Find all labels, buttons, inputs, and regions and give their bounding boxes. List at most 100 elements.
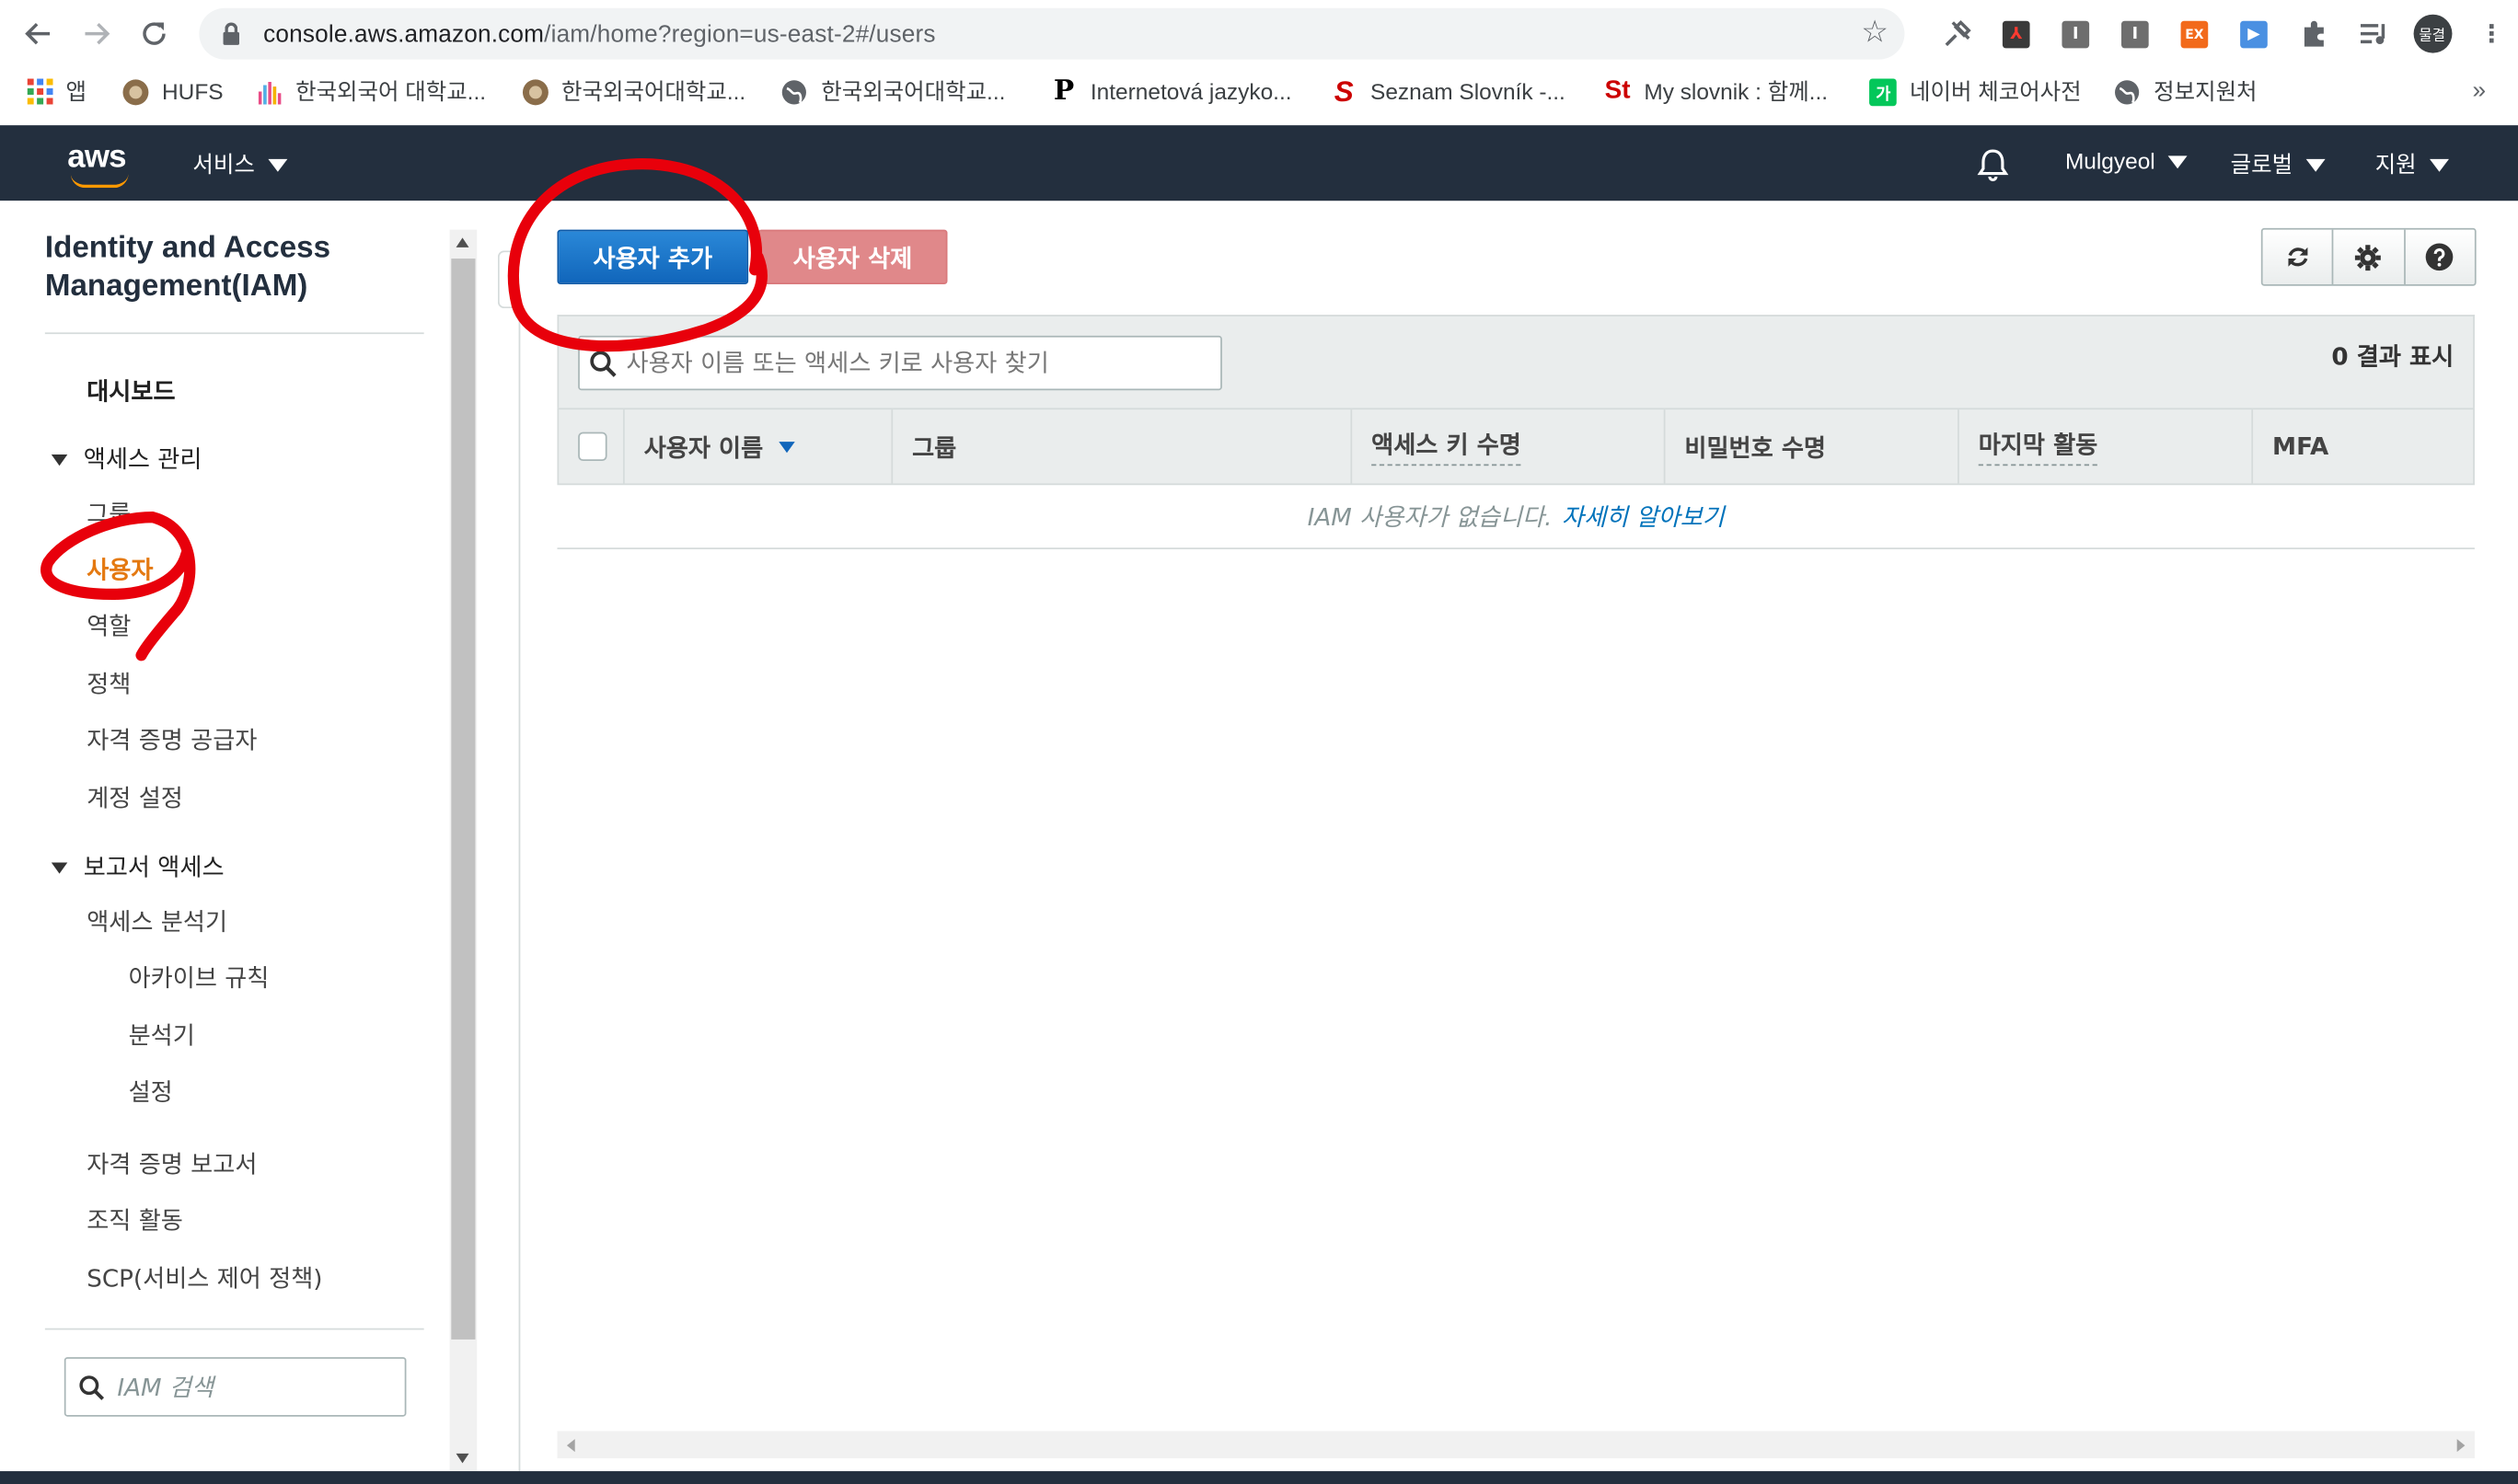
sidebar-item-scp[interactable]: SCP(서비스 제어 정책) [87, 1260, 322, 1294]
bookmark-label: 한국외국어대학교... [561, 78, 746, 105]
column-header-username[interactable]: 사용자 이름 [625, 409, 894, 484]
hand-icon [255, 78, 283, 106]
bookmark-label: My slovnik : 함께... [1644, 78, 1829, 105]
caret-down-icon [2167, 155, 2188, 169]
scroll-up-icon[interactable] [456, 237, 469, 247]
bookmarks-bar: 앱 HUFS 한국외국어 대학교... 한국외국어대학교... 한국외국어대학교… [0, 67, 2518, 115]
delete-user-button[interactable]: 사용자 삭제 [757, 229, 948, 284]
media-control-icon[interactable] [2343, 13, 2403, 54]
scroll-down-icon[interactable] [456, 1453, 469, 1464]
bookmark-seznam[interactable]: S Seznam Slovník -... [1317, 69, 1577, 114]
bookmark-hufs-univ-3[interactable]: 한국외국어대학교... [768, 69, 1019, 114]
puzzle-extensions-icon[interactable] [2283, 13, 2343, 54]
sidebar-collapse-handle[interactable] [497, 250, 521, 309]
sidebar-item-roles[interactable]: 역할 [87, 609, 131, 643]
add-user-button[interactable]: 사용자 추가 [557, 229, 749, 284]
select-all-cell [559, 409, 625, 484]
caret-down-icon [2429, 159, 2449, 173]
arrow-left-icon [25, 22, 51, 45]
more-bookmarks-icon[interactable]: » [2473, 77, 2487, 105]
sidebar-item-account-settings[interactable]: 계정 설정 [87, 780, 183, 814]
refresh-button[interactable] [2263, 229, 2334, 284]
sidebar-section-access-management[interactable]: 액세스 관리 [51, 442, 202, 476]
bookmark-label: 네이버 체코어사전 [1910, 78, 2082, 105]
apps-grid-icon [26, 78, 53, 106]
triangle-down-icon [51, 862, 68, 874]
table-actions [2260, 227, 2477, 286]
caret-down-icon [2305, 159, 2325, 173]
extension-tool-icon[interactable] [1927, 13, 1987, 54]
extension-i-icon[interactable]: I [2046, 13, 2106, 54]
back-button[interactable] [9, 5, 67, 63]
user-filter-field[interactable] [578, 335, 1222, 391]
region-menu[interactable]: 글로벌 [2231, 148, 2325, 180]
bell-icon[interactable] [1975, 146, 2010, 182]
sidebar-item-identity-providers[interactable]: 자격 증명 공급자 [87, 723, 257, 757]
bookmark-hufs-univ-1[interactable]: 한국외국어 대학교... [243, 69, 500, 114]
globe-icon [781, 78, 809, 106]
column-header-password-age[interactable]: 비밀번호 수명 [1665, 409, 1959, 484]
user-filter-input[interactable] [626, 348, 1205, 378]
sidebar-item-dashboard[interactable]: 대시보드 [87, 374, 175, 408]
bookmark-label: 한국외국어대학교... [821, 78, 1006, 105]
bookmark-hufs[interactable]: HUFS [109, 69, 236, 114]
aws-logo[interactable]: aws [67, 140, 126, 177]
users-table: 0 결과 표시 사용자 이름 그룹 액세스 키 수명 비밀번호 수명 마지막 활… [557, 315, 2475, 550]
column-header-access-key-age[interactable]: 액세스 키 수명 [1352, 409, 1666, 484]
sidebar-item-policies[interactable]: 정책 [87, 666, 131, 700]
column-header-last-activity[interactable]: 마지막 활동 [1959, 409, 2254, 484]
bookmark-internetova[interactable]: P Internetová jazyko... [1037, 69, 1304, 114]
scrollbar-thumb[interactable] [451, 259, 476, 1340]
bookmark-label: 정보지원처 [2154, 78, 2258, 105]
table-filter-bar: 0 결과 표시 [557, 315, 2475, 408]
bookmark-star-icon[interactable]: ☆ [1861, 15, 1888, 50]
bookmark-info-center[interactable]: 정보지원처 [2101, 69, 2270, 114]
naver-dict-icon: 가 [1869, 77, 1898, 106]
sidebar-section-access-reports[interactable]: 보고서 액세스 [51, 849, 225, 883]
sort-descending-icon[interactable] [779, 441, 796, 453]
bookmark-apps[interactable]: 앱 [0, 69, 99, 114]
iam-search-field[interactable] [64, 1357, 407, 1417]
extension-i2-icon[interactable]: I [2106, 13, 2166, 54]
ex-extension-icon[interactable]: EX [2165, 13, 2224, 54]
sidebar-item-access-analyzer[interactable]: 액세스 분석기 [87, 904, 227, 938]
bookmark-naver-dict[interactable]: 가 네이버 체코어사전 [1856, 69, 2094, 114]
bookmark-my-slovnik[interactable]: St My slovnik : 함께... [1591, 69, 1841, 114]
column-header-mfa[interactable]: MFA [2253, 409, 2473, 483]
scroll-left-icon[interactable] [566, 1439, 575, 1453]
sidebar-item-users[interactable]: 사용자 [87, 553, 153, 587]
account-menu[interactable]: Mulgyeol [2065, 148, 2188, 174]
reload-button[interactable] [125, 5, 183, 63]
services-menu[interactable]: 서비스 [192, 148, 287, 180]
sidebar-item-archive-rules[interactable]: 아카이브 규칙 [129, 961, 270, 995]
refresh-icon [2287, 247, 2307, 267]
seznam-icon: S [1334, 75, 1354, 108]
sidebar-item-credential-report[interactable]: 자격 증명 보고서 [87, 1146, 257, 1180]
caret-down-icon [267, 159, 287, 173]
sidebar-item-organization-activity[interactable]: 조직 활동 [87, 1203, 183, 1237]
sidebar-scrollbar[interactable] [449, 229, 478, 1472]
sidebar-item-analyzer-settings[interactable]: 설정 [129, 1075, 173, 1109]
slovnik-icon: St [1604, 76, 1631, 105]
profile-avatar[interactable]: 물결 [2402, 13, 2462, 54]
support-menu[interactable]: 지원 [2375, 148, 2449, 180]
column-header-groups[interactable]: 그룹 [893, 409, 1353, 484]
translate-extension-icon[interactable]: ▶ [2224, 13, 2284, 54]
main-horizontal-scrollbar[interactable] [557, 1431, 2475, 1459]
scroll-right-icon[interactable] [2456, 1439, 2466, 1453]
learn-more-link[interactable]: 자세히 알아보기 [1562, 500, 1725, 534]
settings-button[interactable] [2334, 229, 2406, 284]
browser-menu-icon[interactable]: ⋮ [2462, 13, 2518, 54]
help-button[interactable] [2405, 230, 2475, 284]
browser-toolbar: console.aws.amazon.com/iam/home?region=u… [0, 0, 2518, 126]
select-all-checkbox[interactable] [578, 431, 607, 462]
sidebar-item-analyzers[interactable]: 분석기 [129, 1018, 195, 1053]
pdf-extension-icon[interactable]: ⅄ [1986, 13, 2046, 54]
sidebar-item-groups[interactable]: 그룹 [87, 496, 131, 530]
iam-search-input[interactable] [117, 1372, 391, 1402]
forward-button[interactable] [67, 5, 125, 63]
empty-text: IAM 사용자가 없습니다. [1307, 502, 1553, 532]
lock-icon [218, 21, 244, 47]
address-bar[interactable]: console.aws.amazon.com/iam/home?region=u… [199, 7, 1905, 60]
bookmark-hufs-univ-2[interactable]: 한국외국어대학교... [508, 69, 758, 114]
